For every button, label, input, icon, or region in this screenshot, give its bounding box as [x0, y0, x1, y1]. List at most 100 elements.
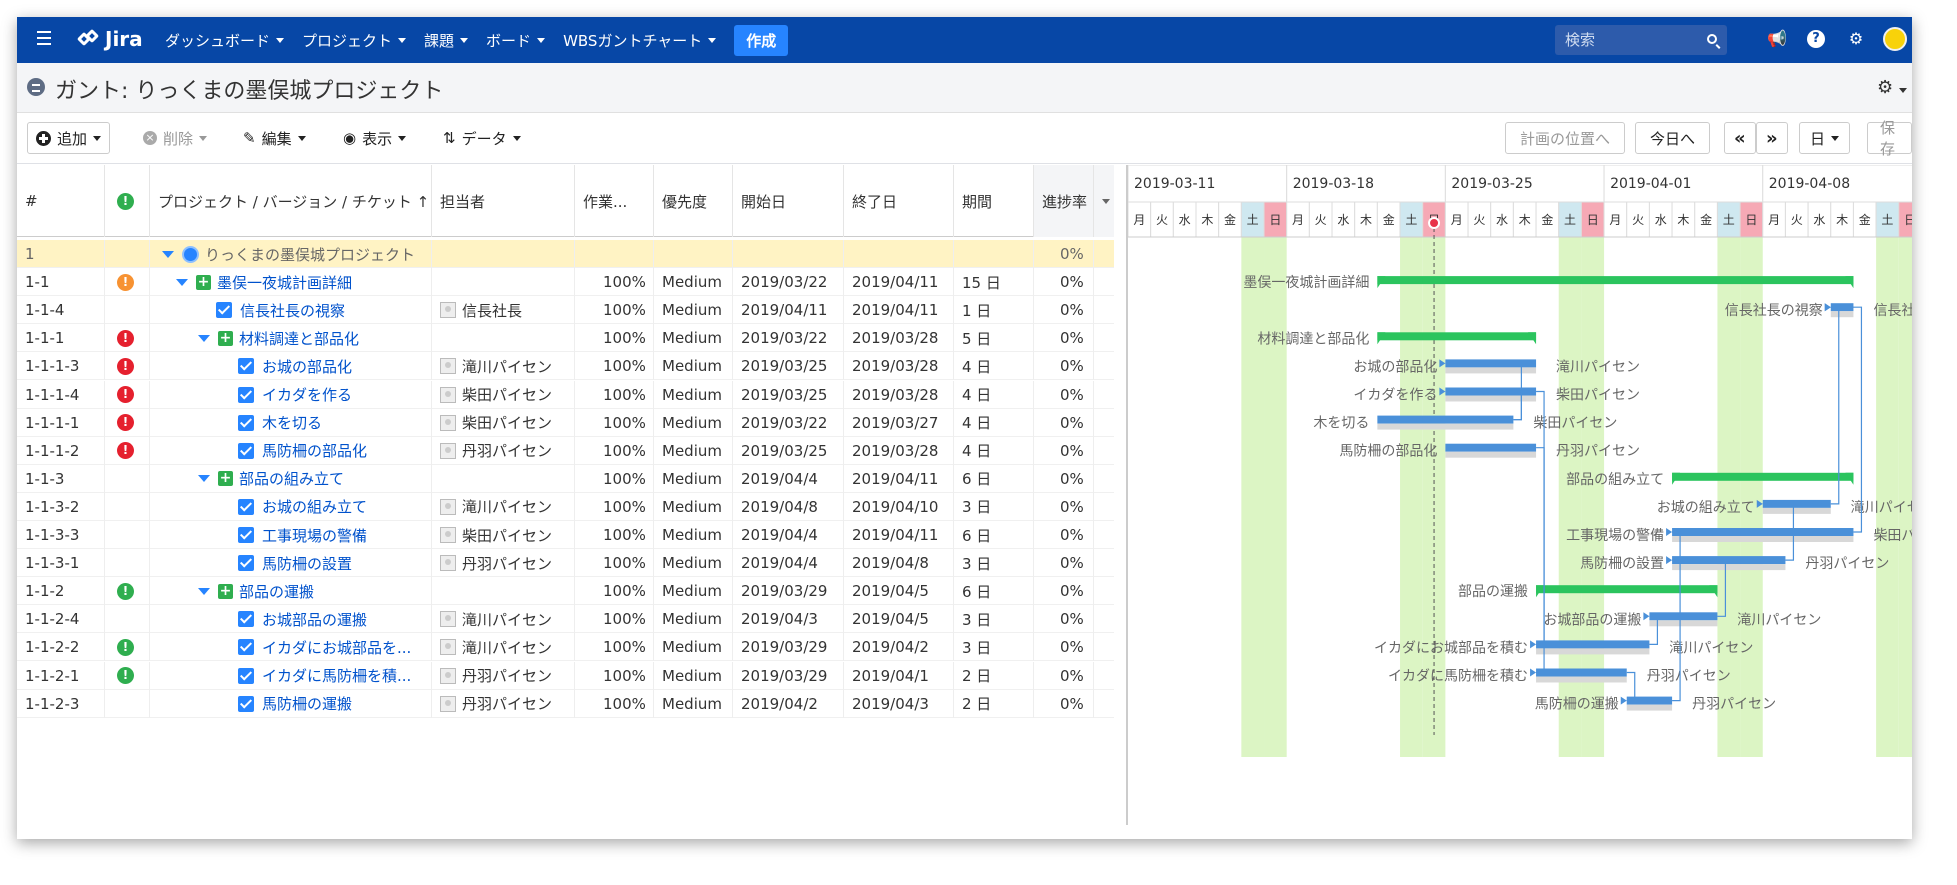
issue-link[interactable]: 木を切る — [262, 412, 322, 433]
weekday-label: 月 — [1292, 213, 1304, 227]
cell-end: 2019/03/28 — [844, 436, 954, 465]
cell-assignee — [432, 268, 575, 297]
nav-boards[interactable]: ボード — [486, 30, 546, 51]
issue-link[interactable]: 部品の組み立て — [239, 468, 344, 489]
cell-end: 2019/04/11 — [844, 521, 954, 549]
table-row[interactable]: 1-1-2! + 部品の運搬 100% Medium 2019/03/29 2019/04/… — [17, 577, 1114, 606]
collapse-arrow-icon[interactable] — [198, 475, 210, 483]
gear-icon[interactable]: ⚙ — [1846, 29, 1866, 49]
settings-gear-icon[interactable]: ⚙ — [1877, 77, 1907, 98]
menu-icon[interactable] — [37, 31, 51, 45]
cell-text: 1-1-1-4 — [25, 385, 80, 404]
table-row[interactable]: 1-1-1! + 材料調達と部品化 100% Medium 2019/03/22 2019/… — [17, 324, 1114, 353]
group-bar[interactable] — [1377, 276, 1854, 285]
collapse-arrow-icon[interactable] — [176, 278, 188, 286]
bar-assignee-label: 柴田パイセン — [1533, 416, 1617, 432]
today-button[interactable]: 今日へ — [1635, 122, 1711, 154]
column-header-col-work[interactable]: 作業... — [575, 165, 654, 237]
nav-issues[interactable]: 課題 — [424, 30, 469, 51]
nav-dashboard[interactable]: ダッシュボード — [165, 30, 285, 51]
project-row[interactable]: 1 りっくまの墨俣城プロジェクト 0% — [17, 240, 1114, 268]
table-row[interactable]: 1-1-1-1! 木を切る 柴田パイセン 100% Medium 2019/03/22 20… — [17, 408, 1114, 437]
task-bar[interactable] — [1536, 640, 1650, 649]
nav-projects[interactable]: プロジェクト — [302, 30, 407, 51]
cell-text: 100% — [603, 357, 646, 376]
column-header-col-duration[interactable]: 期間 — [954, 165, 1034, 237]
task-bar[interactable] — [1649, 612, 1718, 621]
column-header-col-priority[interactable]: 優先度 — [654, 165, 733, 237]
table-row[interactable]: 1-1-2-2! イカダにお城部品を... 滝川パイセン 100% Medium 2019… — [17, 633, 1114, 662]
column-header-col-name[interactable]: プロジェクト / バージョン / チケット ↑ — [150, 165, 432, 237]
task-bar[interactable] — [1377, 415, 1514, 424]
column-header-col-end[interactable]: 終了日 — [844, 165, 954, 237]
avatar[interactable] — [1883, 27, 1907, 51]
issue-link[interactable]: 馬防柵の運搬 — [262, 693, 352, 714]
issue-link[interactable]: 馬防柵の部品化 — [262, 440, 367, 461]
issue-link[interactable]: お城の組み立て — [262, 496, 367, 517]
cell-id: 1-1-1-2 — [17, 436, 105, 465]
table-row[interactable]: 1-1-4 信長社長の視察 信長社長 100% Medium 2019/04/11 2019… — [17, 296, 1114, 325]
plan-position-button[interactable]: 計画の位置へ — [1505, 122, 1626, 154]
column-header-col-assignee[interactable]: 担当者 — [432, 165, 575, 237]
weekday-label: 金 — [1700, 212, 1712, 227]
issue-link[interactable]: イカダを作る — [262, 384, 352, 405]
gantt-timeline[interactable]: 月火水木金土日月火水木金土日月火水木金土日月火水木金土日月火水木金土日2019-… — [1128, 165, 1912, 825]
issue-link[interactable]: イカダに馬防柵を積... — [262, 665, 411, 686]
view-button[interactable]: ◉ 表示 — [335, 122, 414, 154]
prev-button[interactable]: « — [1724, 122, 1756, 154]
table-row[interactable]: 1-1-2-1! イカダに馬防柵を積... 丹羽パイセン 100% Medium 2019… — [17, 661, 1114, 690]
issue-link[interactable]: お城の部品化 — [262, 356, 352, 377]
jira-logo[interactable]: Jira — [76, 27, 143, 51]
cell-assignee: 滝川パイセン — [432, 605, 575, 634]
column-menu-icon[interactable] — [1094, 165, 1114, 237]
dependency-link — [1830, 306, 1863, 533]
table-row[interactable]: 1-1-1-3! お城の部品化 滝川パイセン 100% Medium 2019/03/25… — [17, 352, 1114, 381]
collapse-arrow-icon[interactable] — [198, 587, 210, 595]
create-button[interactable]: 作成 — [734, 24, 789, 56]
pencil-icon: ✎ — [243, 129, 256, 147]
task-bar[interactable] — [1536, 668, 1627, 677]
table-row[interactable]: 1-1-3-2 お城の組み立て 滝川パイセン 100% Medium 2019/04/8 2… — [17, 492, 1114, 521]
column-header-col-priority-icon[interactable]: ! — [105, 165, 150, 237]
group-bar[interactable] — [1672, 472, 1854, 481]
data-button[interactable]: ⇅ データ — [435, 122, 529, 154]
save-button[interactable]: 保存 — [1867, 119, 1912, 158]
group-bar[interactable] — [1536, 585, 1718, 594]
edit-button[interactable]: ✎ 編集 — [235, 122, 314, 154]
table-row[interactable]: 1-1-3-1 馬防柵の設置 丹羽パイセン 100% Medium 2019/04/4 20… — [17, 549, 1114, 578]
delete-button[interactable]: × 削除 — [135, 122, 215, 154]
cell-text: 4 日 — [962, 357, 992, 376]
table-row[interactable]: 1-1! + 墨俣一夜城計画詳細 100% Medium 2019/03/22 2019/0… — [17, 268, 1114, 297]
column-header-col-id[interactable]: # — [17, 165, 105, 237]
column-header-col-start[interactable]: 開始日 — [733, 165, 844, 237]
column-header-col-progress[interactable]: 進捗率 — [1034, 165, 1094, 237]
task-bar[interactable] — [1445, 443, 1537, 452]
issue-link[interactable]: 工事現場の警備 — [262, 525, 367, 546]
table-row[interactable]: 1-1-1-2! 馬防柵の部品化 丹羽パイセン 100% Medium 2019/03/2… — [17, 436, 1114, 465]
nav-wbs-gantt[interactable]: WBSガントチャート — [563, 30, 717, 51]
table-row[interactable]: 1-1-2-4 お城部品の運搬 滝川パイセン 100% Medium 2019/04/3 2… — [17, 605, 1114, 634]
issue-link[interactable]: 信長社長の視察 — [240, 300, 345, 321]
issue-link[interactable]: 馬防柵の設置 — [262, 553, 352, 574]
add-button[interactable]: 追加 — [27, 122, 111, 154]
cell-text: 0% — [1060, 329, 1084, 348]
megaphone-icon[interactable]: 📢 — [1767, 29, 1787, 49]
issue-link[interactable]: 部品の運搬 — [239, 581, 314, 602]
search-input[interactable]: 検索 — [1555, 25, 1727, 55]
table-row[interactable]: 1-1-2-3 馬防柵の運搬 丹羽パイセン 100% Medium 2019/04/2 20… — [17, 689, 1114, 718]
help-icon[interactable]: ? — [1807, 30, 1825, 48]
collapse-arrow-icon[interactable] — [198, 334, 210, 342]
task-bar[interactable] — [1672, 528, 1854, 536]
collapse-arrow-icon[interactable] — [162, 250, 174, 258]
table-row[interactable]: 1-1-3 + 部品の組み立て 100% Medium 2019/04/4 2019/04/… — [17, 464, 1114, 493]
table-row[interactable]: 1-1-1-4! イカダを作る 柴田パイセン 100% Medium 2019/03/25… — [17, 380, 1114, 409]
issue-link[interactable]: 材料調達と部品化 — [239, 328, 359, 349]
issue-link[interactable]: お城部品の運搬 — [262, 609, 367, 630]
issue-link[interactable]: イカダにお城部品を... — [262, 637, 411, 658]
next-button[interactable]: » — [1756, 122, 1788, 154]
scale-select[interactable]: 日 — [1799, 122, 1851, 154]
group-bar[interactable] — [1377, 332, 1537, 341]
table-row[interactable]: 1-1-3-3 工事現場の警備 柴田パイセン 100% Medium 2019/04/4 2… — [17, 521, 1114, 549]
cell-text: 1-1-3-3 — [25, 526, 80, 544]
issue-link[interactable]: 墨俣一夜城計画詳細 — [217, 272, 352, 293]
